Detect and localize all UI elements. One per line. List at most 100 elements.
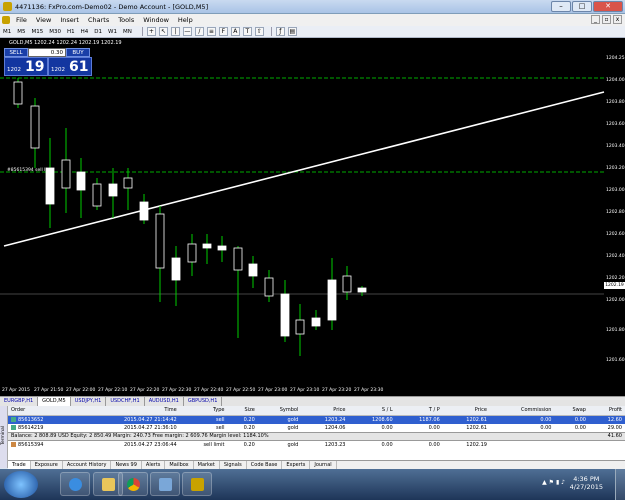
chart-tab-usdjpy[interactable]: USDJPY,H1: [71, 397, 107, 406]
lot-size-input[interactable]: 0.30: [28, 48, 66, 57]
timeframe-m1[interactable]: M1: [3, 29, 11, 35]
tab-mailbox[interactable]: Mailbox: [165, 461, 194, 469]
channel-icon[interactable]: ≡: [206, 27, 216, 36]
window-title-bar: 4471136: FxPro.com-Demo02 - Demo Account…: [0, 0, 625, 14]
menu-file[interactable]: File: [16, 16, 27, 24]
taskbar-clock[interactable]: 4:36 PM 4/27/2015: [570, 475, 603, 491]
menu-tools[interactable]: Tools: [118, 16, 134, 24]
buy-price-box[interactable]: 1202 61: [48, 57, 92, 76]
timeframe-h4[interactable]: H4: [81, 29, 89, 35]
vertical-line-icon[interactable]: |: [170, 27, 180, 36]
time-tick: 27 Apr 23:20: [322, 388, 352, 393]
text-tool-icon[interactable]: A: [230, 27, 240, 36]
col-sl[interactable]: S / L: [348, 406, 396, 416]
metatrader-icon: [191, 478, 204, 491]
buy-button[interactable]: BUY: [66, 48, 90, 57]
chart-tab-usdchf[interactable]: USDCHF,H1: [106, 397, 145, 406]
table-row[interactable]: 85615394 2015.04.27 23:06:44 sell limit …: [8, 441, 625, 450]
tray-icons[interactable]: ▲ ⚑ ▮ ♪: [542, 479, 565, 486]
timeframe-w1[interactable]: W1: [108, 29, 117, 35]
timeframe-m15[interactable]: M15: [32, 29, 44, 35]
sell-button[interactable]: SELL: [4, 48, 28, 57]
trend-line[interactable]: [3, 91, 605, 247]
menu-insert[interactable]: Insert: [60, 16, 79, 24]
taskbar-ie[interactable]: [60, 472, 90, 496]
tab-journal[interactable]: Journal: [310, 461, 337, 469]
candle-body: [264, 277, 274, 297]
chart-tab-eurgbp[interactable]: EURGBP,H1: [0, 397, 39, 406]
col-symbol[interactable]: Symbol: [257, 406, 302, 416]
tab-market[interactable]: Market: [194, 461, 220, 469]
price-tick: 1203.00: [606, 188, 625, 193]
balance-profit: 41.60: [588, 431, 625, 441]
table-row[interactable]: 85614219 2015.04.27 21:36:10 sell 0.20 g…: [8, 424, 625, 433]
app-icon: [3, 2, 12, 11]
taskbar-app[interactable]: [150, 472, 180, 496]
tab-code-base[interactable]: Code Base: [247, 461, 283, 469]
chart-tab-audusd[interactable]: AUDUSD,H1: [145, 397, 184, 406]
tab-signals[interactable]: Signals: [220, 461, 247, 469]
templates-icon[interactable]: ▤: [287, 27, 297, 36]
label-tool-icon[interactable]: T: [242, 27, 252, 36]
col-order[interactable]: Order: [8, 406, 76, 416]
show-desktop-button[interactable]: [615, 469, 625, 500]
mdi-restore-button[interactable]: ▫: [602, 15, 611, 24]
sell-price-box[interactable]: 1202 19: [4, 57, 48, 76]
candle-body: [311, 317, 321, 327]
col-current-price[interactable]: Price: [442, 406, 490, 416]
chart-tab-gold[interactable]: GOLD,M5: [38, 397, 71, 406]
col-tp[interactable]: T / P: [395, 406, 443, 416]
menu-charts[interactable]: Charts: [88, 16, 109, 24]
col-profit[interactable]: Profit: [588, 406, 625, 416]
terminal-tabs: Trade Exposure Account History News 99 A…: [8, 460, 625, 469]
tab-account-history[interactable]: Account History: [63, 461, 112, 469]
col-time[interactable]: Time: [75, 406, 180, 416]
candle-body: [357, 287, 367, 293]
col-size[interactable]: Size: [227, 406, 258, 416]
candle-body: [76, 171, 86, 191]
menu-window[interactable]: Window: [143, 16, 169, 24]
col-type[interactable]: Type: [179, 406, 228, 416]
price-chart[interactable]: [0, 38, 625, 396]
tab-alerts[interactable]: Alerts: [142, 461, 166, 469]
col-price[interactable]: Price: [301, 406, 349, 416]
time-tick: 27 Apr 23:10: [290, 388, 320, 393]
tab-exposure[interactable]: Exposure: [31, 461, 63, 469]
candle-body: [108, 183, 118, 197]
start-button[interactable]: [4, 471, 38, 498]
timeframe-m5[interactable]: M5: [17, 29, 25, 35]
mdi-close-button[interactable]: x: [613, 15, 622, 24]
timeframe-m30[interactable]: M30: [49, 29, 61, 35]
terminal-side-label[interactable]: Terminal: [0, 406, 8, 468]
price-tick: 1204.00: [606, 78, 625, 83]
menu-help[interactable]: Help: [178, 16, 193, 24]
minimize-button[interactable]: –: [551, 1, 571, 12]
horizontal-line-icon[interactable]: —: [182, 27, 192, 36]
timeframe-mn[interactable]: MN: [123, 29, 132, 35]
chart-tab-gbpusd[interactable]: GBPUSD,H1: [184, 397, 223, 406]
timeframe-h1[interactable]: H1: [67, 29, 75, 35]
time-tick: 27 Apr 22:20: [130, 388, 160, 393]
fibonacci-icon[interactable]: F: [218, 27, 228, 36]
price-tick: 1204.25: [606, 56, 625, 61]
cursor-tool-icon[interactable]: ↖: [158, 27, 168, 36]
col-commission[interactable]: Commission: [489, 406, 555, 416]
tab-news[interactable]: News 99: [111, 461, 142, 469]
close-button[interactable]: ✕: [593, 1, 623, 12]
tab-trade[interactable]: Trade: [8, 461, 31, 469]
col-swap[interactable]: Swap: [554, 406, 589, 416]
maximize-button[interactable]: □: [572, 1, 592, 12]
trendline-icon[interactable]: /: [194, 27, 204, 36]
indicators-icon[interactable]: ƒ: [275, 27, 285, 36]
taskbar-chrome[interactable]: [118, 472, 148, 496]
mdi-minimize-button[interactable]: _: [591, 15, 600, 24]
crosshair-tool-icon[interactable]: +: [146, 27, 156, 36]
candle-body: [248, 263, 258, 277]
menu-view[interactable]: View: [36, 16, 51, 24]
cell: [554, 441, 588, 450]
timeframe-d1[interactable]: D1: [94, 29, 102, 35]
table-row[interactable]: 85613652 2015.04.27 21:14:42 sell 0.20 g…: [8, 415, 625, 424]
tab-experts[interactable]: Experts: [282, 461, 311, 469]
arrow-tool-icon[interactable]: ⇧: [254, 27, 264, 36]
taskbar-metatrader[interactable]: [182, 472, 212, 496]
